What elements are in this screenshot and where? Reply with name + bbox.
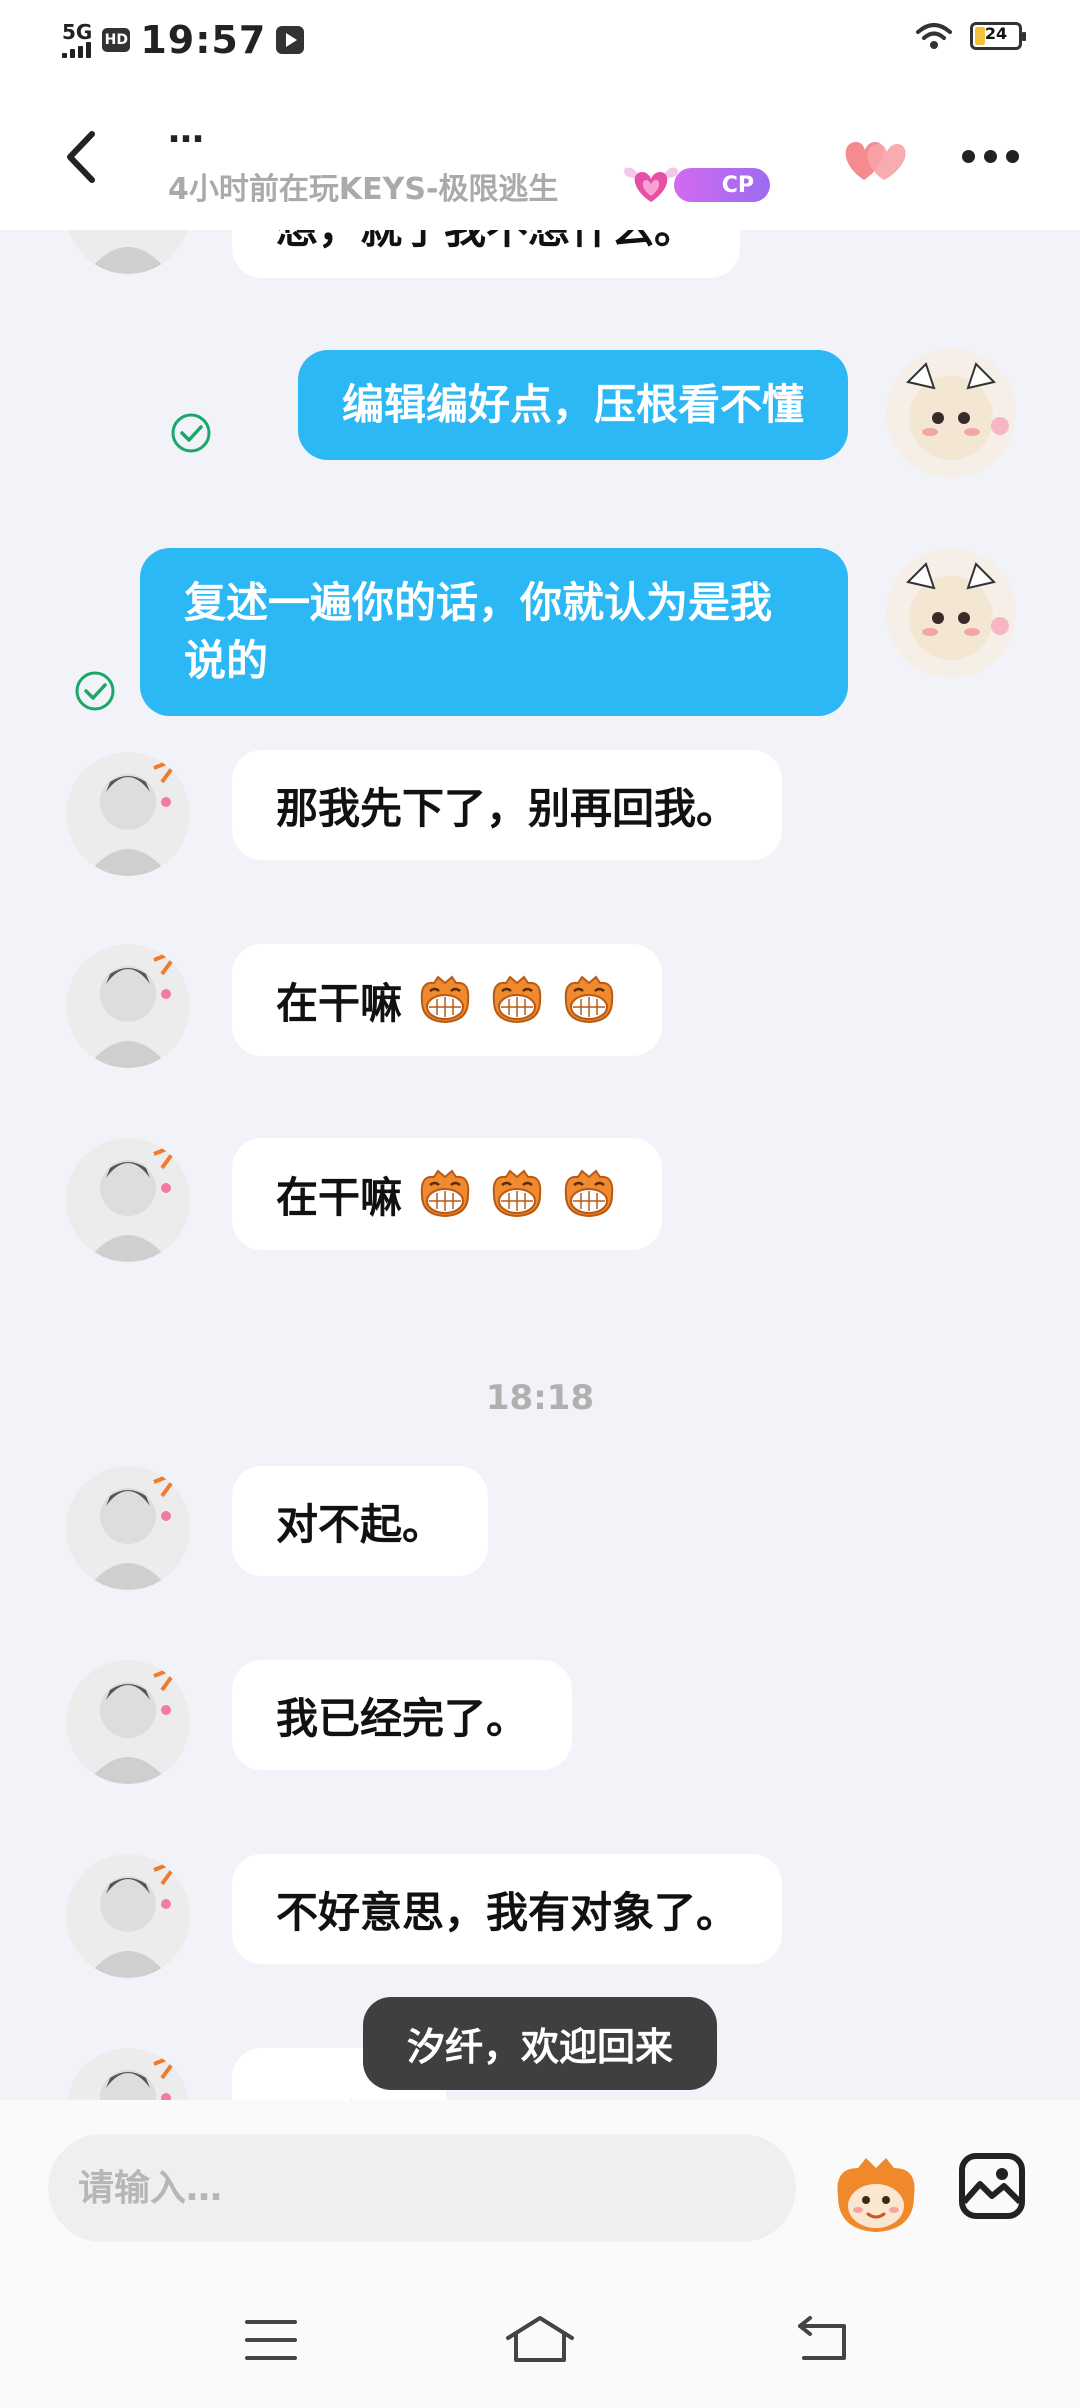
status-right: 24 bbox=[916, 22, 1026, 50]
chat-header: … 4小时前在玩KEYS-极限逃生 CP bbox=[0, 80, 1080, 230]
check-circle-icon bbox=[75, 671, 115, 711]
message-bubble[interactable]: 对不起。 bbox=[232, 1466, 489, 1576]
nav-menu-button[interactable] bbox=[221, 2310, 321, 2370]
status-left: 5G HD 19:57 bbox=[62, 18, 305, 62]
message-timestamp: 18:18 bbox=[485, 1378, 595, 1418]
my-avatar[interactable] bbox=[886, 548, 1016, 678]
contact-avatar[interactable] bbox=[66, 230, 190, 274]
grin-emoji-icon bbox=[420, 1169, 470, 1218]
chevron-left-icon bbox=[67, 131, 95, 183]
hearts-button[interactable] bbox=[838, 130, 914, 190]
check-circle-icon bbox=[171, 413, 211, 453]
message-bubble[interactable]: 在干嘛 bbox=[232, 944, 663, 1056]
my-avatar[interactable] bbox=[886, 348, 1016, 478]
message-bubble[interactable]: 那我先下了，别再回我。 bbox=[232, 750, 783, 860]
battery-level: 24 bbox=[984, 24, 1008, 43]
message-row: 在干嘛 bbox=[0, 944, 1080, 1068]
hearts-icon bbox=[845, 142, 906, 180]
winged-heart-icon bbox=[624, 167, 678, 202]
grin-emoji-icon bbox=[492, 1169, 542, 1218]
message-text: 那我先下了，别再回我。 bbox=[276, 783, 739, 833]
contact-name[interactable]: … bbox=[168, 110, 208, 151]
contact-avatar[interactable] bbox=[66, 2048, 190, 2100]
message-text: 想，就了我不想什么。 bbox=[276, 230, 696, 256]
message-row: 那我先下了，别再回我。 bbox=[0, 750, 1080, 876]
more-button[interactable] bbox=[962, 150, 1028, 170]
input-bar bbox=[0, 2100, 1080, 2270]
menu-icon bbox=[245, 2320, 297, 2360]
message-bubble[interactable]: 在干嘛 bbox=[232, 1138, 663, 1250]
contact-avatar[interactable] bbox=[66, 752, 190, 876]
contact-avatar[interactable] bbox=[66, 1138, 190, 1262]
chat-messages[interactable]: 想，就了我不想什么。 编辑编好点，压根看不懂 复述一遍你的话，你就认为是我说的 bbox=[0, 230, 1080, 2100]
wifi-icon bbox=[916, 23, 952, 49]
grin-emoji-icon bbox=[564, 1169, 614, 1218]
back-button[interactable] bbox=[58, 122, 108, 192]
contact-avatar[interactable] bbox=[66, 1854, 190, 1978]
status-bar: 5G HD 19:57 24 bbox=[0, 0, 1080, 80]
monkey-emoji-icon bbox=[837, 2158, 915, 2232]
battery-icon: 24 bbox=[970, 22, 1026, 50]
nav-home-button[interactable] bbox=[490, 2310, 590, 2370]
emoji-button[interactable] bbox=[828, 2156, 924, 2234]
message-row: 我已经完了。 bbox=[0, 1660, 1080, 1784]
message-bubble[interactable]: 不好意思，我有对象了。 bbox=[232, 1854, 783, 1964]
message-text: 对不起。 bbox=[276, 1499, 445, 1549]
grin-emoji-icon bbox=[492, 975, 542, 1024]
message-bubble[interactable]: 想，就了我不想什么。 bbox=[232, 230, 741, 278]
message-row: 不好意思，我有对象了。 bbox=[0, 1854, 1080, 1978]
system-nav-bar bbox=[0, 2270, 1080, 2408]
message-bubble[interactable]: 复述一遍你的话，你就认为是我说的 bbox=[140, 548, 848, 716]
message-bubble[interactable]: 我已经完了。 bbox=[232, 1660, 573, 1770]
cp-label: CP bbox=[674, 168, 770, 202]
message-row: 想，就了我不想什么。 bbox=[0, 230, 1080, 290]
message-text: 复述一遍你的话，你就认为是我说的 bbox=[184, 578, 773, 685]
message-text: 分手吧 bbox=[276, 2088, 402, 2100]
nav-back-button[interactable] bbox=[770, 2310, 870, 2370]
grin-emoji-icon bbox=[420, 975, 470, 1024]
clock: 19:57 bbox=[140, 18, 267, 62]
message-text: 在干嘛 bbox=[276, 978, 403, 1028]
message-text: 我已经完了。 bbox=[276, 1693, 529, 1743]
back-icon bbox=[798, 2316, 846, 2360]
home-icon bbox=[506, 2316, 574, 2362]
media-play-icon bbox=[276, 26, 305, 54]
image-button[interactable] bbox=[958, 2152, 1026, 2220]
message-text: 不好意思，我有对象了。 bbox=[276, 1887, 739, 1937]
message-row: 复述一遍你的话，你就认为是我说的 bbox=[0, 548, 1080, 718]
more-icon bbox=[962, 150, 975, 163]
signal-icon bbox=[62, 42, 91, 58]
contact-avatar[interactable] bbox=[66, 1660, 190, 1784]
hd-icon: HD bbox=[102, 28, 131, 52]
message-text: 在干嘛 bbox=[276, 1172, 403, 1222]
message-row: 在干嘛 bbox=[0, 1138, 1080, 1262]
message-row: 编辑编好点，压根看不懂 bbox=[0, 348, 1080, 500]
welcome-toast: 汐纤，欢迎回来 bbox=[363, 1997, 717, 2090]
contact-activity: 4小时前在玩KEYS-极限逃生 bbox=[168, 172, 559, 207]
message-input[interactable] bbox=[48, 2134, 796, 2242]
message-text: 编辑编好点，压根看不懂 bbox=[341, 380, 804, 429]
message-bubble[interactable]: 编辑编好点，压根看不懂 bbox=[297, 350, 848, 460]
message-row: 对不起。 bbox=[0, 1466, 1080, 1590]
network-type: 5G bbox=[62, 20, 93, 44]
contact-avatar[interactable] bbox=[66, 1466, 190, 1590]
cp-badge[interactable]: CP bbox=[620, 162, 770, 206]
contact-avatar[interactable] bbox=[66, 944, 190, 1068]
grin-emoji-icon bbox=[564, 975, 614, 1024]
image-icon bbox=[959, 2153, 1025, 2219]
